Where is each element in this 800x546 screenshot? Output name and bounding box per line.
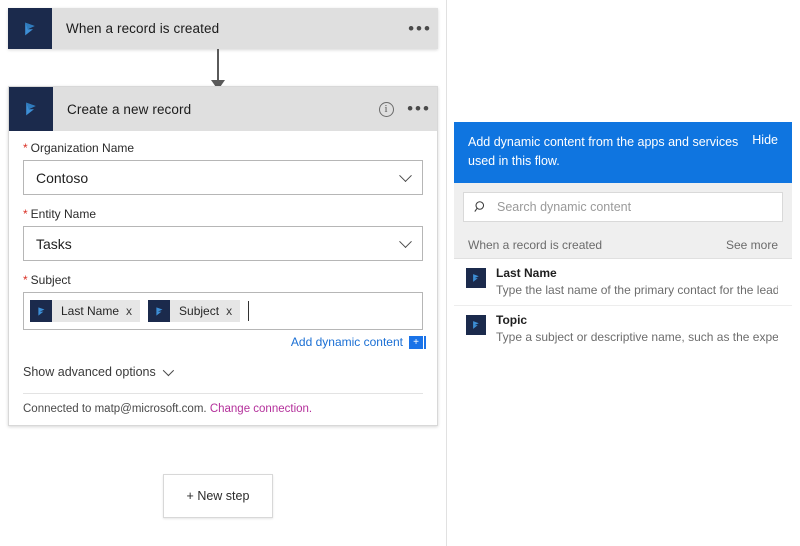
list-item[interactable]: Topic Type a subject or descriptive name… [454,306,792,352]
dynamics365-icon [30,300,52,322]
field-label-text: Entity Name [31,207,96,221]
field-entity-name: * Entity Name Tasks [23,207,423,261]
text-caret [248,301,249,321]
search-icon [474,200,488,214]
list-item[interactable]: Last Name Type the last name of the prim… [454,259,792,306]
required-asterisk: * [23,273,28,287]
chevron-down-icon [399,235,412,248]
token-label: Last Name [52,304,126,318]
dynamics365-icon [9,87,53,131]
action-card-title: Create a new record [53,102,369,117]
list-item-text: Last Name Type the last name of the prim… [486,266,778,298]
field-label-subject: * Subject [23,273,423,287]
list-item-description: Type a subject or descriptive name, such… [496,329,778,345]
field-label-entity-name: * Entity Name [23,207,423,221]
close-icon[interactable]: x [126,304,140,318]
search-dynamic-content-input[interactable]: Search dynamic content [463,192,783,222]
search-placeholder: Search dynamic content [497,200,631,214]
flow-designer-screen: When a record is created ••• Create a ne… [0,0,800,546]
flow-connector-line [217,49,219,83]
panel-header-text: Add dynamic content from the apps and se… [468,133,752,171]
field-organization-name: * Organization Name Contoso [23,141,423,195]
list-item-title: Topic [496,313,778,328]
new-step-label: + New step [187,489,250,503]
list-item-title: Last Name [496,266,778,281]
list-item-description: Type the last name of the primary contac… [496,282,778,298]
required-asterisk: * [23,141,28,155]
chevron-down-icon [162,365,173,376]
dynamics365-icon [148,300,170,322]
subject-input[interactable]: Last Name x Subject x [23,292,423,330]
connected-text: Connected to matp@microsoft.com. [23,403,207,415]
see-more-link[interactable]: See more [726,238,778,252]
field-label-organization-name: * Organization Name [23,141,423,155]
panel-section-header: When a record is created See more [454,231,792,259]
dynamic-token-subject[interactable]: Subject x [148,300,240,322]
add-dynamic-content-row: Add dynamic content + [23,335,423,349]
close-icon[interactable]: x [226,304,240,318]
dynamics365-icon [8,8,52,49]
trigger-card-title: When a record is created [52,21,404,36]
entity-name-value: Tasks [36,236,72,252]
show-advanced-options-button[interactable]: Show advanced options [23,365,423,379]
action-card[interactable]: Create a new record i ••• * Organization… [8,86,438,426]
add-plus-icon[interactable]: + [409,336,423,349]
list-item-text: Topic Type a subject or descriptive name… [486,313,778,345]
action-card-body: * Organization Name Contoso * Entity Nam… [9,131,437,425]
add-dynamic-content-link[interactable]: Add dynamic content [291,335,403,349]
dynamic-token-last-name[interactable]: Last Name x [30,300,140,322]
connection-footer: Connected to matp@microsoft.com. Change … [23,393,423,425]
field-label-text: Organization Name [31,141,134,155]
organization-name-select[interactable]: Contoso [23,160,423,195]
token-label: Subject [170,304,226,318]
canvas-panel-divider [446,0,447,546]
chevron-down-icon [399,169,412,182]
show-advanced-options-label: Show advanced options [23,365,156,379]
ellipsis-icon: ••• [407,105,433,113]
panel-search-area: Search dynamic content [454,183,792,231]
panel-header: Add dynamic content from the apps and se… [454,122,792,183]
trigger-card[interactable]: When a record is created ••• [8,8,438,49]
info-icon: i [379,102,394,117]
dynamics365-icon [466,315,486,335]
trigger-card-header[interactable]: When a record is created ••• [8,8,438,49]
action-card-info-button[interactable]: i [369,87,403,131]
dynamic-content-panel: Add dynamic content from the apps and se… [454,122,792,352]
action-card-header[interactable]: Create a new record i ••• [9,87,437,131]
entity-name-select[interactable]: Tasks [23,226,423,261]
ellipsis-icon: ••• [408,25,434,33]
trigger-card-menu-button[interactable]: ••• [404,7,438,51]
required-asterisk: * [23,207,28,221]
field-subject: * Subject Last Name x [23,273,423,349]
dynamics365-icon [466,268,486,288]
new-step-button[interactable]: + New step [163,474,273,518]
change-connection-link[interactable]: Change connection. [210,403,312,415]
action-card-menu-button[interactable]: ••• [403,87,437,131]
panel-hide-button[interactable]: Hide [752,133,778,147]
field-label-text: Subject [31,273,71,287]
organization-name-value: Contoso [36,170,88,186]
panel-section-title: When a record is created [468,238,726,252]
